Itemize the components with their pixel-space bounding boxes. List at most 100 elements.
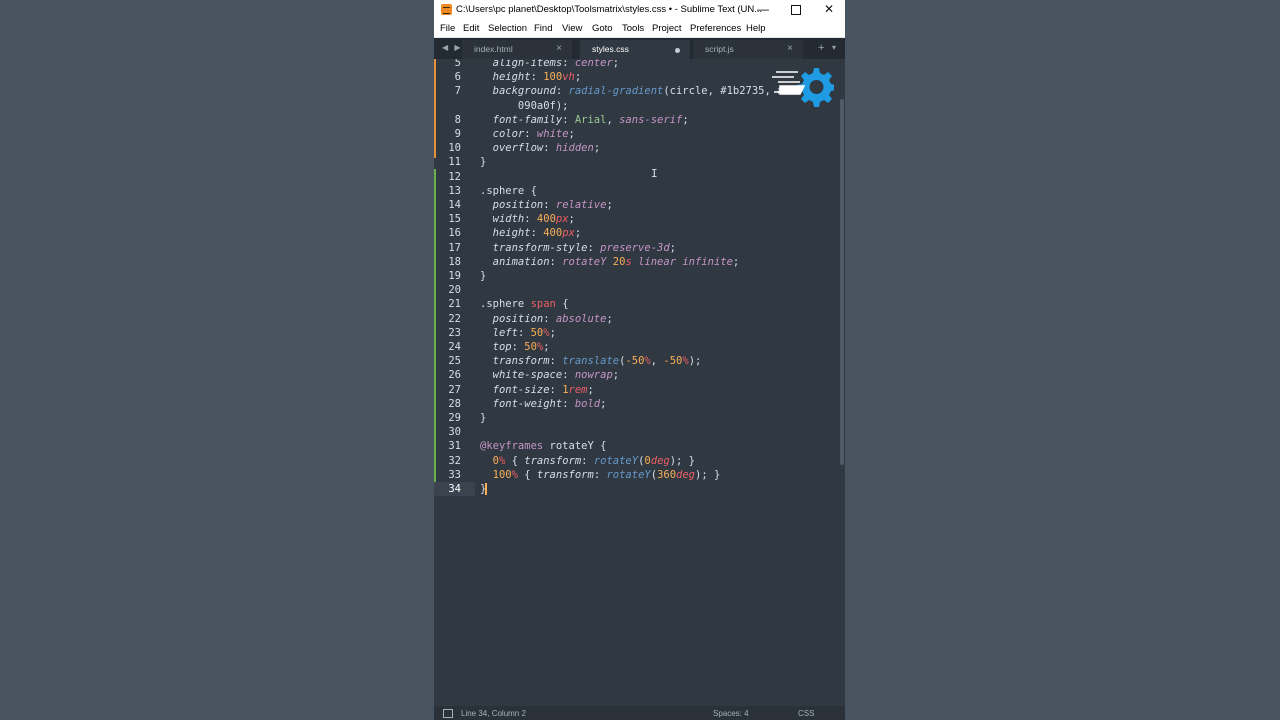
code-line[interactable]: 29} (434, 411, 838, 425)
menu-find[interactable]: Find (534, 23, 552, 34)
line-number[interactable]: 32 (434, 454, 461, 468)
code-text[interactable]: } (480, 269, 486, 283)
maximize-button[interactable] (779, 0, 813, 19)
code-text[interactable]: transform: translate(-50%, -50%); (480, 354, 702, 368)
code-line[interactable]: 10 overflow: hidden; (434, 141, 838, 155)
code-text[interactable]: height: 400px; (480, 226, 582, 240)
code-line[interactable]: 9 color: white; (434, 127, 838, 141)
line-number[interactable]: 9 (434, 127, 461, 141)
code-line[interactable]: 11} (434, 155, 838, 169)
line-number[interactable]: 33 (434, 468, 461, 482)
code-line[interactable]: 23 left: 50%; (434, 326, 838, 340)
code-line[interactable]: 26 white-space: nowrap; (434, 368, 838, 382)
line-number[interactable]: 10 (434, 141, 461, 155)
line-number[interactable]: 8 (434, 113, 461, 127)
code-text[interactable]: @keyframes rotateY { (480, 439, 606, 453)
tab-styles-css[interactable]: styles.css (580, 40, 690, 59)
menu-project[interactable]: Project (652, 23, 682, 34)
syntax-setting[interactable]: CSS (798, 709, 814, 718)
code-line[interactable]: 19} (434, 269, 838, 283)
line-number[interactable]: 7 (434, 84, 461, 98)
code-text[interactable]: font-size: 1rem; (480, 383, 594, 397)
line-number[interactable]: 26 (434, 368, 461, 382)
code-line[interactable]: 32 0% { transform: rotateY(0deg); } (434, 454, 838, 468)
code-line[interactable]: 31 @keyframes rotateY { (434, 439, 838, 453)
vertical-scrollbar[interactable] (838, 59, 845, 706)
code-line[interactable]: 25 transform: translate(-50%, -50%); (434, 354, 838, 368)
code-line[interactable]: 30 (434, 425, 838, 439)
panel-toggle-icon[interactable] (443, 709, 453, 718)
menu-preferences[interactable]: Preferences (690, 23, 741, 34)
tab-nav-arrows-icon[interactable]: ◀ ▶ (442, 43, 463, 52)
code-line[interactable]: 20 (434, 283, 838, 297)
code-line[interactable]: 13 .sphere { (434, 184, 838, 198)
menu-goto[interactable]: Goto (592, 23, 613, 34)
code-text[interactable]: height: 100vh; (480, 70, 582, 84)
code-text[interactable]: top: 50%; (480, 340, 550, 354)
line-number[interactable]: 19 (434, 269, 461, 283)
code-text[interactable]: } (480, 411, 486, 425)
tab-close-icon[interactable]: × (556, 43, 562, 54)
code-text[interactable]: font-family: Arial, sans-serif; (480, 113, 689, 127)
line-number[interactable]: 31 (434, 439, 461, 453)
line-number[interactable]: 27 (434, 383, 461, 397)
code-line[interactable]: 28 font-weight: bold; (434, 397, 838, 411)
line-number[interactable]: 13 (434, 184, 461, 198)
tab-script-js[interactable]: script.js × (693, 40, 803, 59)
code-text[interactable]: white-space: nowrap; (480, 368, 619, 382)
line-number[interactable]: 11 (434, 155, 461, 169)
code-text[interactable]: color: white; (480, 127, 575, 141)
unsaved-dot-icon[interactable] (675, 48, 680, 53)
code-line[interactable]: 34} (434, 482, 838, 497)
line-number[interactable]: 16 (434, 226, 461, 240)
code-line[interactable]: 15 width: 400px; (434, 212, 838, 226)
line-number[interactable]: 5 (434, 59, 461, 70)
code-line[interactable]: 16 height: 400px; (434, 226, 838, 240)
code-text[interactable]: transform-style: preserve-3d; (480, 241, 676, 255)
code-text[interactable]: 100% { transform: rotateY(360deg); } (480, 468, 721, 482)
code-line[interactable]: 33 100% { transform: rotateY(360deg); } (434, 468, 838, 482)
minimize-button[interactable]: — (746, 0, 780, 19)
tab-close-icon[interactable]: × (787, 43, 793, 54)
tab-list-dropdown-icon[interactable]: ▾ (832, 43, 836, 52)
line-number[interactable]: 6 (434, 70, 461, 84)
code-text[interactable]: } (480, 482, 487, 496)
code-text[interactable]: 090a0f); (480, 99, 569, 113)
code-text[interactable]: align-items: center; (480, 59, 619, 70)
code-line[interactable]: 24 top: 50%; (434, 340, 838, 354)
menu-view[interactable]: View (562, 23, 582, 34)
new-tab-icon[interactable]: + (818, 42, 824, 54)
code-text[interactable]: } (480, 155, 486, 169)
line-number[interactable]: 22 (434, 312, 461, 326)
code-text[interactable]: .sphere { (480, 184, 537, 198)
code-line[interactable]: 18 animation: rotateY 20s linear infinit… (434, 255, 838, 269)
code-line[interactable]: 8 font-family: Arial, sans-serif; (434, 113, 838, 127)
code-line[interactable]: 12 (434, 170, 838, 184)
line-number[interactable]: 25 (434, 354, 461, 368)
code-text[interactable]: position: absolute; (480, 312, 613, 326)
tab-index-html[interactable]: index.html × (462, 40, 572, 59)
line-number[interactable]: 29 (434, 411, 461, 425)
line-number[interactable]: 21 (434, 297, 461, 311)
code-text[interactable]: position: relative; (480, 198, 613, 212)
line-number[interactable]: 15 (434, 212, 461, 226)
menu-tools[interactable]: Tools (622, 23, 644, 34)
code-editor[interactable]: I 5 align-items: center; 6 height: 100vh;… (434, 59, 838, 706)
close-window-button[interactable]: ✕ (812, 0, 845, 19)
line-number[interactable]: 23 (434, 326, 461, 340)
line-number[interactable]: 18 (434, 255, 461, 269)
code-line[interactable]: 14 position: relative; (434, 198, 838, 212)
menu-edit[interactable]: Edit (463, 23, 479, 34)
code-text[interactable]: animation: rotateY 20s linear infinite; (480, 255, 740, 269)
menu-selection[interactable]: Selection (488, 23, 527, 34)
line-number[interactable]: 34 (434, 482, 475, 497)
line-number[interactable]: 20 (434, 283, 461, 297)
line-number[interactable]: 17 (434, 241, 461, 255)
code-text[interactable]: 0% { transform: rotateY(0deg); } (480, 454, 695, 468)
code-line[interactable]: 21 .sphere span { (434, 297, 838, 311)
code-text[interactable]: background: radial-gradient(circle, #1b2… (480, 84, 784, 98)
line-number[interactable]: 14 (434, 198, 461, 212)
code-text[interactable]: font-weight: bold; (480, 397, 607, 411)
cursor-position[interactable]: Line 34, Column 2 (461, 709, 526, 718)
scrollbar-thumb[interactable] (840, 99, 844, 465)
